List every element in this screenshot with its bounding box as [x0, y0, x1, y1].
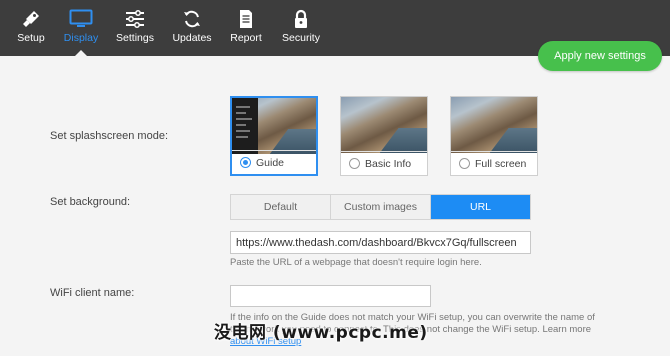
nav-item-report[interactable]: Report	[223, 0, 269, 56]
active-tab-caret	[75, 50, 87, 56]
background-label: Set background:	[50, 196, 131, 208]
lock-icon	[289, 9, 313, 29]
rocket-icon	[19, 9, 43, 29]
splash-option-guide[interactable]: Guide	[230, 96, 318, 176]
background-url-help: Paste the URL of a webpage that doesn't …	[230, 257, 482, 268]
sliders-icon	[123, 9, 147, 29]
nav-item-settings[interactable]: Settings	[112, 0, 158, 56]
site-watermark: 没电网 (www.pcpc.me)	[214, 323, 428, 343]
nav-label-security: Security	[282, 32, 320, 44]
full-screen-option-label: Full screen	[475, 157, 527, 170]
nav-label-updates: Updates	[172, 32, 212, 44]
full-screen-preview-thumbnail	[451, 97, 537, 153]
apply-new-settings-button[interactable]: Apply new settings	[538, 41, 662, 71]
nav-item-setup[interactable]: Setup	[8, 0, 54, 56]
nav-item-display[interactable]: Display	[58, 0, 104, 56]
basic-info-option-label: Basic Info	[365, 157, 412, 170]
nav-label-setup: Setup	[17, 32, 45, 44]
full-screen-radio[interactable]	[459, 158, 470, 169]
splash-option-full-screen[interactable]: Full screen	[450, 96, 538, 176]
guide-radio[interactable]	[240, 157, 251, 168]
wifi-client-name-label: WiFi client name:	[50, 287, 135, 299]
splash-option-basic-info[interactable]: Basic Info	[340, 96, 428, 176]
background-url-input[interactable]	[230, 231, 531, 254]
guide-preview-thumbnail	[232, 98, 316, 154]
splashscreen-mode-label: Set splashscreen mode:	[50, 130, 169, 142]
refresh-icon	[180, 9, 204, 29]
nav-item-updates[interactable]: Updates	[169, 0, 215, 56]
monitor-icon	[69, 9, 93, 29]
background-option-url[interactable]: URL	[431, 195, 530, 219]
background-option-custom-images[interactable]: Custom images	[331, 195, 431, 219]
basic-info-radio[interactable]	[349, 158, 360, 169]
nav-item-security[interactable]: Security	[278, 0, 324, 56]
guide-option-label: Guide	[256, 156, 285, 169]
wifi-client-name-input[interactable]	[230, 285, 431, 307]
nav-label-report: Report	[230, 32, 262, 44]
nav-label-display: Display	[63, 32, 99, 44]
nav-label-settings: Settings	[116, 32, 154, 44]
background-option-default[interactable]: Default	[231, 195, 331, 219]
document-icon	[234, 9, 258, 29]
background-segmented-control: Default Custom images URL	[230, 194, 531, 220]
basic-info-preview-thumbnail	[341, 97, 427, 153]
